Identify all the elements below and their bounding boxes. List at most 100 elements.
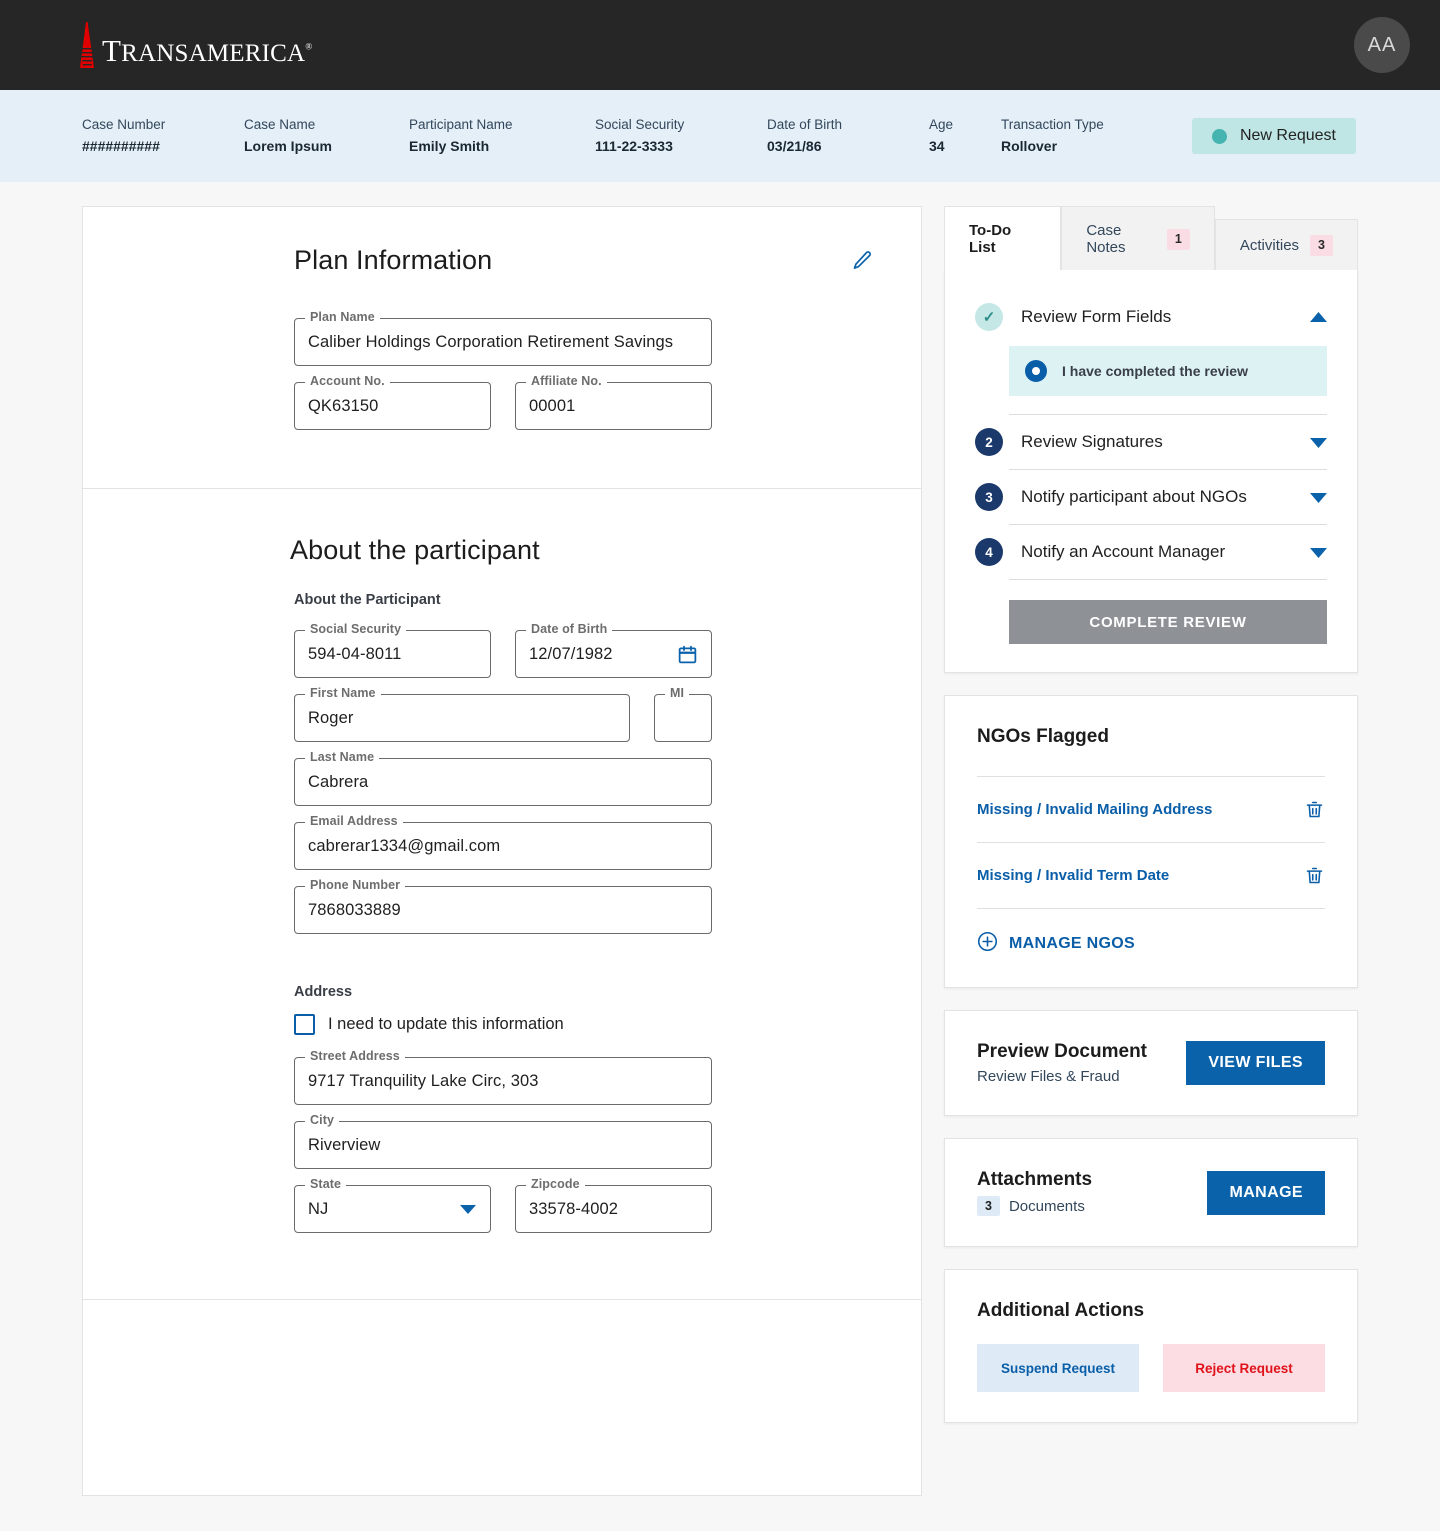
tab-activities[interactable]: Activities 3 [1214, 219, 1358, 270]
page-content: Plan Information Plan Name Caliber Holdi… [0, 182, 1440, 1496]
plan-section-title: Plan Information [294, 245, 493, 275]
todo-card: To-Do List Case Notes 1 Activities 3 ✓ Review… [944, 206, 1358, 673]
tab-label: To-Do List [969, 222, 1012, 256]
case-field-label: Transaction Type [1001, 117, 1104, 132]
manage-ngos-button[interactable]: MANAGE NGOS [977, 931, 1325, 957]
attachments-count-badge: 3 [977, 1196, 1000, 1216]
todo-item[interactable]: 2 Review Signatures [975, 415, 1327, 469]
account-no-field[interactable]: Account No. QK63150 [294, 375, 491, 430]
affiliate-no-field[interactable]: Affiliate No. 00001 [515, 375, 712, 430]
todo-item-label: Review Form Fields [1021, 307, 1172, 326]
additional-actions-title: Additional Actions [977, 1300, 1145, 1321]
case-field-value: ########## [82, 138, 160, 155]
state-value: NJ [308, 1199, 329, 1218]
dob-field[interactable]: Date of Birth 12/07/1982 [515, 623, 712, 678]
chevron-up-icon[interactable] [1310, 311, 1327, 323]
reject-request-button[interactable]: Reject Request [1163, 1344, 1325, 1392]
participant-section: About the participant About the Particip… [83, 489, 921, 1300]
case-field: Age 34 [929, 117, 1001, 155]
email-row: Email Address cabrerar1334@gmail.com [294, 815, 921, 870]
city-row: City Riverview [294, 1114, 921, 1169]
plus-circle-icon [977, 931, 998, 957]
todo-item[interactable]: 4 Notify an Account Manager [975, 525, 1327, 579]
chevron-down-icon[interactable] [1310, 547, 1327, 558]
case-field-label: Case Number [82, 117, 166, 132]
zipcode-label: Zipcode [526, 1178, 585, 1191]
case-field-label: Social Security [595, 117, 685, 132]
trash-icon[interactable] [1304, 865, 1325, 886]
first-name-label: First Name [305, 687, 381, 700]
manage-attachments-button[interactable]: MANAGE [1207, 1170, 1325, 1215]
ngo-row: Missing / Invalid Mailing Address [977, 777, 1325, 843]
case-field: Case Name Lorem Ipsum [244, 117, 409, 155]
last-name-row: Last Name Cabrera [294, 751, 921, 806]
todo-card-body: ✓ Review Form Fields I have completed the … [944, 269, 1358, 673]
update-info-checkbox[interactable] [294, 1014, 315, 1035]
attachments-card: Attachments 3 Documents MANAGE [944, 1138, 1358, 1247]
attachments-count-line: 3 Documents [977, 1196, 1092, 1216]
dob-value: 12/07/1982 [529, 644, 613, 663]
case-summary-bar: Case Number ########## Case Name Lorem Ipsu… [0, 90, 1440, 182]
attachments-row: Attachments 3 Documents MANAGE [977, 1169, 1325, 1216]
manage-ngos-label: MANAGE NGOS [1009, 935, 1135, 952]
zipcode-field[interactable]: Zipcode 33578-4002 [515, 1178, 712, 1233]
city-field[interactable]: City Riverview [294, 1114, 712, 1169]
todo-item-label: Notify participant about NGOs [1021, 487, 1247, 506]
case-field-group: Case Number ########## Case Name Lorem Ipsu… [82, 117, 1151, 155]
ssn-field[interactable]: Social Security 594-04-8011 [294, 623, 491, 678]
radio-selected-icon[interactable] [1025, 360, 1047, 382]
edit-plan-button[interactable] [848, 249, 876, 277]
update-info-checkbox-label: I need to update this information [328, 1015, 564, 1033]
plan-name-row: Plan Name Caliber Holdings Corporation R… [294, 311, 921, 366]
plan-name-field[interactable]: Plan Name Caliber Holdings Corporation R… [294, 311, 712, 366]
chevron-down-icon[interactable] [459, 1203, 477, 1215]
first-name-field[interactable]: First Name Roger [294, 687, 630, 742]
user-avatar[interactable]: AA [1354, 17, 1410, 73]
transamerica-pyramid-icon [78, 22, 95, 68]
update-info-checkbox-row[interactable]: I need to update this information [294, 1014, 921, 1035]
chevron-down-icon[interactable] [1310, 492, 1327, 503]
street-row: Street Address 9717 Tranquility Lake Cir… [294, 1050, 921, 1105]
transamerica-logo[interactable]: TRANSAMERICA® [78, 22, 312, 68]
tab-to-do-list[interactable]: To-Do List [944, 206, 1062, 270]
street-address-field[interactable]: Street Address 9717 Tranquility Lake Cir… [294, 1050, 712, 1105]
preview-row: Preview Document Review Files & Fraud VI… [977, 1041, 1325, 1085]
todo-item[interactable]: 3 Notify participant about NGOs [975, 470, 1327, 524]
preview-document-card: Preview Document Review Files & Fraud VI… [944, 1010, 1358, 1116]
suspend-request-button[interactable]: Suspend Request [977, 1344, 1139, 1392]
ngos-card-title: NGOs Flagged [977, 726, 1109, 747]
status-badge-new-request: New Request [1191, 118, 1356, 154]
ngo-link[interactable]: Missing / Invalid Mailing Address [977, 801, 1212, 818]
last-name-field[interactable]: Last Name Cabrera [294, 751, 712, 806]
plan-information-section: Plan Information Plan Name Caliber Holdi… [83, 207, 921, 489]
todo-sub-option[interactable]: I have completed the review [1009, 346, 1327, 396]
email-value: cabrerar1334@gmail.com [308, 836, 501, 855]
todo-sub-option-label: I have completed the review [1062, 363, 1248, 379]
view-files-button[interactable]: VIEW FILES [1186, 1041, 1325, 1085]
ngo-link[interactable]: Missing / Invalid Term Date [977, 867, 1169, 884]
attachments-count-label: Documents [1008, 1197, 1085, 1215]
state-select[interactable]: State NJ [294, 1178, 491, 1233]
phone-field[interactable]: Phone Number 7868033889 [294, 879, 712, 934]
calendar-icon[interactable] [677, 644, 698, 665]
trash-icon[interactable] [1304, 799, 1325, 820]
case-field-value: 111-22-3333 [595, 138, 673, 155]
email-field[interactable]: Email Address cabrerar1334@gmail.com [294, 815, 712, 870]
middle-initial-field[interactable]: MI [654, 687, 712, 742]
preview-card-title: Preview Document [977, 1041, 1147, 1062]
account-no-value: QK63150 [308, 396, 379, 415]
zipcode-value: 33578-4002 [529, 1199, 619, 1218]
attachments-card-title: Attachments [977, 1169, 1093, 1190]
todo-item[interactable]: ✓ Review Form Fields [975, 290, 1327, 344]
complete-review-button[interactable]: COMPLETE REVIEW [1009, 600, 1327, 644]
affiliate-no-value: 00001 [529, 396, 576, 415]
state-zip-row: State NJ Zipcode 33578-4002 [294, 1178, 921, 1233]
email-label: Email Address [305, 815, 403, 828]
tab-case-notes[interactable]: Case Notes 1 [1061, 206, 1215, 270]
phone-value: 7868033889 [308, 900, 401, 919]
case-field-value: Emily Smith [409, 138, 490, 155]
check-icon: ✓ [975, 303, 1003, 331]
ngos-flagged-card: NGOs Flagged Missing / Invalid Mailing A… [944, 695, 1358, 988]
preview-texts: Preview Document Review Files & Fraud [977, 1041, 1147, 1085]
chevron-down-icon[interactable] [1310, 437, 1327, 448]
